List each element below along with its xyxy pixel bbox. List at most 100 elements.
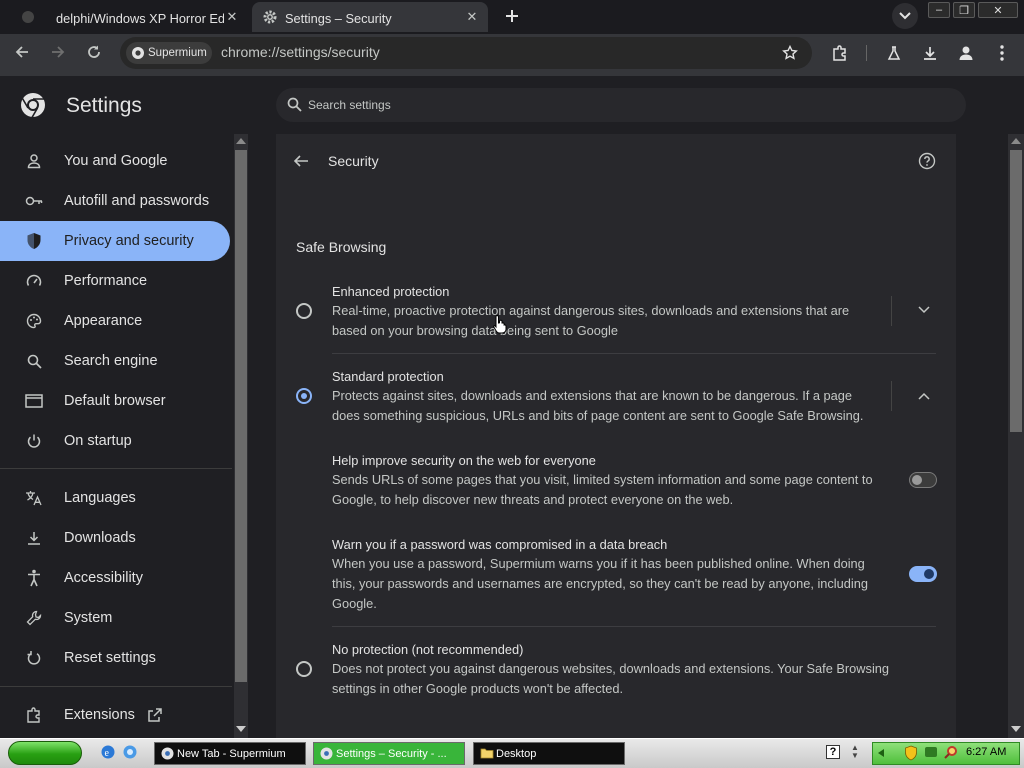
sidebar-item-system[interactable]: System bbox=[0, 598, 230, 638]
radio-no-protection[interactable] bbox=[296, 661, 312, 677]
sidebar-item-performance[interactable]: Performance bbox=[0, 261, 230, 301]
option-description: Does not protect you against dangerous w… bbox=[332, 661, 890, 676]
internet-explorer-icon[interactable]: e bbox=[100, 744, 116, 760]
forward-button[interactable] bbox=[46, 40, 70, 64]
sidebar-item-privacy-and-security[interactable]: Privacy and security bbox=[0, 221, 230, 261]
puzzle-icon bbox=[833, 45, 846, 61]
sidebar-divider bbox=[0, 468, 232, 469]
expand-enhanced-button[interactable] bbox=[918, 306, 930, 314]
search-tray-icon[interactable] bbox=[944, 745, 958, 759]
sidebar-item-appearance[interactable]: Appearance bbox=[0, 301, 230, 341]
new-tab-button[interactable] bbox=[500, 4, 524, 28]
supermium-logo-icon bbox=[320, 747, 333, 760]
tab-delphi[interactable]: delphi/Windows XP Horror Edition/ ✕ bbox=[8, 2, 248, 32]
chevron-down-icon bbox=[899, 12, 911, 20]
toggle-password-breach-warning[interactable] bbox=[909, 566, 937, 582]
taskbar-item-label: Desktop bbox=[496, 747, 537, 760]
sidebar-item-you-and-google[interactable]: You and Google bbox=[0, 141, 230, 181]
taskbar-item-label: New Tab - Supermium bbox=[177, 747, 286, 760]
sidebar-divider bbox=[0, 686, 232, 687]
sidebar-item-default-browser[interactable]: Default browser bbox=[0, 381, 230, 421]
supermium-logo-icon bbox=[161, 747, 174, 760]
start-button[interactable] bbox=[8, 741, 82, 765]
sidebar-item-languages[interactable]: Languages bbox=[0, 478, 230, 518]
back-button[interactable] bbox=[10, 40, 34, 64]
taskbar-clock: 6:27 AM bbox=[966, 746, 1007, 758]
bookmark-star-button[interactable] bbox=[778, 41, 802, 65]
sidebar-item-autofill[interactable]: Autofill and passwords bbox=[0, 181, 230, 221]
sidebar-item-downloads[interactable]: Downloads bbox=[0, 518, 230, 558]
section-heading: Safe Browsing bbox=[296, 239, 387, 255]
url-text[interactable]: chrome://settings/security bbox=[221, 44, 380, 60]
taskbar-item-label: Settings – Security - ... bbox=[336, 747, 447, 760]
toggle-help-improve-security[interactable] bbox=[909, 472, 937, 488]
scroll-up-arrow-icon[interactable] bbox=[236, 138, 246, 144]
sidebar-item-extensions[interactable]: Extensions bbox=[0, 695, 230, 735]
sidebar-item-on-startup[interactable]: On startup bbox=[0, 421, 230, 461]
search-icon bbox=[287, 97, 302, 112]
security-shield-tray-icon[interactable] bbox=[904, 745, 918, 761]
maximize-button[interactable]: ❐ bbox=[953, 2, 975, 18]
sidebar-item-label: Default browser bbox=[64, 393, 166, 409]
tray-arrow-icon[interactable] bbox=[878, 749, 884, 757]
extension-icon bbox=[24, 705, 44, 725]
site-chip[interactable]: Supermium bbox=[126, 42, 212, 64]
back-arrow-button[interactable] bbox=[292, 152, 310, 170]
collapse-standard-button[interactable] bbox=[918, 392, 930, 400]
help-icon[interactable] bbox=[918, 152, 936, 170]
main-scrollbar-thumb[interactable] bbox=[1010, 150, 1022, 432]
labs-button[interactable] bbox=[882, 41, 906, 65]
sidebar-item-label: Downloads bbox=[64, 530, 136, 546]
profile-button[interactable] bbox=[954, 41, 978, 65]
help-tray-icon[interactable]: ? bbox=[826, 745, 840, 759]
downloads-button[interactable] bbox=[918, 41, 942, 65]
sidebar-item-label: Reset settings bbox=[64, 650, 156, 666]
page-title: Settings bbox=[66, 94, 142, 117]
radio-standard-protection[interactable] bbox=[296, 388, 312, 404]
volume-tray-icon[interactable] bbox=[925, 747, 937, 757]
sidebar-item-accessibility[interactable]: Accessibility bbox=[0, 558, 230, 598]
sidebar-item-reset-settings[interactable]: Reset settings bbox=[0, 638, 230, 678]
reload-button[interactable] bbox=[82, 40, 106, 64]
reload-icon bbox=[88, 45, 100, 58]
tab-search-button[interactable] bbox=[892, 3, 918, 29]
toolbar-divider bbox=[866, 45, 867, 61]
setting-description: this, your passwords and usernames are e… bbox=[332, 576, 868, 591]
download-icon bbox=[924, 47, 936, 60]
divider bbox=[891, 296, 892, 326]
taskbar-item-desktop[interactable]: Desktop bbox=[473, 742, 625, 765]
search-placeholder: Search settings bbox=[308, 98, 391, 112]
minimize-button[interactable]: ‒ bbox=[928, 2, 950, 18]
arrow-right-icon bbox=[52, 46, 65, 58]
setting-description: When you use a password, Supermium warns… bbox=[332, 556, 865, 571]
row-divider bbox=[332, 626, 936, 627]
translate-icon bbox=[24, 488, 44, 508]
scroll-down-arrow-icon[interactable] bbox=[236, 726, 246, 732]
quicklaunch-icon[interactable] bbox=[122, 744, 138, 760]
person-icon bbox=[24, 151, 44, 171]
taskbar-item-settings[interactable]: Settings – Security - ... bbox=[313, 742, 465, 765]
sidebar-item-label: Search engine bbox=[64, 353, 158, 369]
divider bbox=[891, 381, 892, 411]
scroll-up-arrow-icon[interactable] bbox=[1011, 138, 1021, 144]
taskbar-item-new-tab[interactable]: New Tab - Supermium bbox=[154, 742, 306, 765]
tab-settings-security[interactable]: Settings – Security ✕ bbox=[252, 2, 488, 32]
sidebar-item-search-engine[interactable]: Search engine bbox=[0, 341, 230, 381]
arrow-left-icon bbox=[15, 46, 28, 58]
tray-scroll-icon[interactable]: ▲ ▼ bbox=[850, 744, 860, 762]
chrome-logo-icon bbox=[20, 92, 46, 118]
close-icon[interactable]: ✕ bbox=[224, 9, 240, 25]
extensions-button[interactable] bbox=[828, 41, 852, 65]
option-title: Enhanced protection bbox=[332, 284, 450, 299]
kebab-menu-icon bbox=[1000, 45, 1004, 61]
supermium-logo-icon bbox=[131, 46, 145, 60]
radio-enhanced-protection[interactable] bbox=[296, 303, 312, 319]
sidebar-item-label: You and Google bbox=[64, 153, 168, 169]
row-divider bbox=[332, 353, 936, 354]
sidebar-scrollbar-thumb[interactable] bbox=[235, 150, 247, 682]
menu-button[interactable] bbox=[990, 41, 1014, 65]
shield-icon bbox=[24, 231, 44, 251]
scroll-down-arrow-icon[interactable] bbox=[1011, 726, 1021, 732]
close-window-button[interactable]: ✕ bbox=[978, 2, 1018, 18]
close-icon[interactable]: ✕ bbox=[464, 9, 480, 25]
